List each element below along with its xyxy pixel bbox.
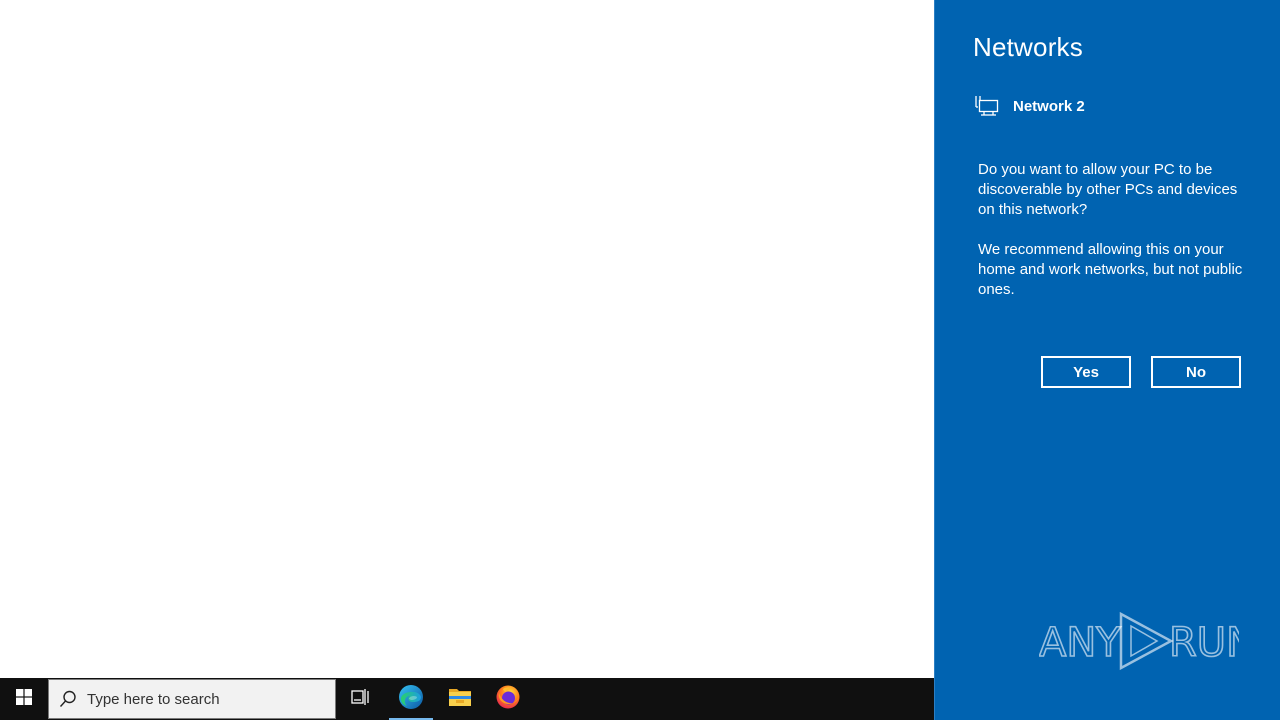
task-view-icon	[351, 688, 369, 711]
desktop-area	[0, 0, 934, 678]
anyrun-watermark: ANY RUN	[1039, 604, 1239, 676]
ethernet-icon	[975, 94, 999, 118]
search-input[interactable]	[85, 689, 329, 709]
networks-flyout: Networks Network 2 Do you want to allow …	[934, 0, 1280, 720]
network-item[interactable]: Network 2	[975, 92, 1085, 120]
windows-start-icon	[16, 688, 32, 710]
yes-button[interactable]: Yes	[1041, 356, 1131, 388]
start-button[interactable]	[0, 678, 48, 720]
panel-title: Networks	[973, 32, 1083, 62]
discoverability-question: Do you want to allow your PC to be disco…	[978, 161, 1238, 218]
discoverability-recommendation: We recommend allowing this on your home …	[978, 241, 1243, 298]
taskbar	[0, 678, 934, 720]
firefox-taskbar-button[interactable]	[484, 678, 532, 720]
edge-icon	[397, 683, 425, 716]
edge-taskbar-button[interactable]	[386, 678, 436, 720]
file-explorer-taskbar-button[interactable]	[436, 678, 484, 720]
firefox-icon	[495, 684, 521, 715]
search-icon	[59, 690, 77, 708]
file-explorer-icon	[448, 686, 472, 713]
watermark-run: RUN	[1169, 620, 1239, 666]
no-button[interactable]: No	[1151, 356, 1241, 388]
task-view-button[interactable]	[336, 678, 384, 720]
network-name: Network 2	[1013, 97, 1085, 115]
discoverability-message: Do you want to allow your PC to be disco…	[978, 160, 1246, 320]
taskbar-search[interactable]	[48, 679, 336, 719]
watermark-any: ANY	[1039, 620, 1121, 666]
